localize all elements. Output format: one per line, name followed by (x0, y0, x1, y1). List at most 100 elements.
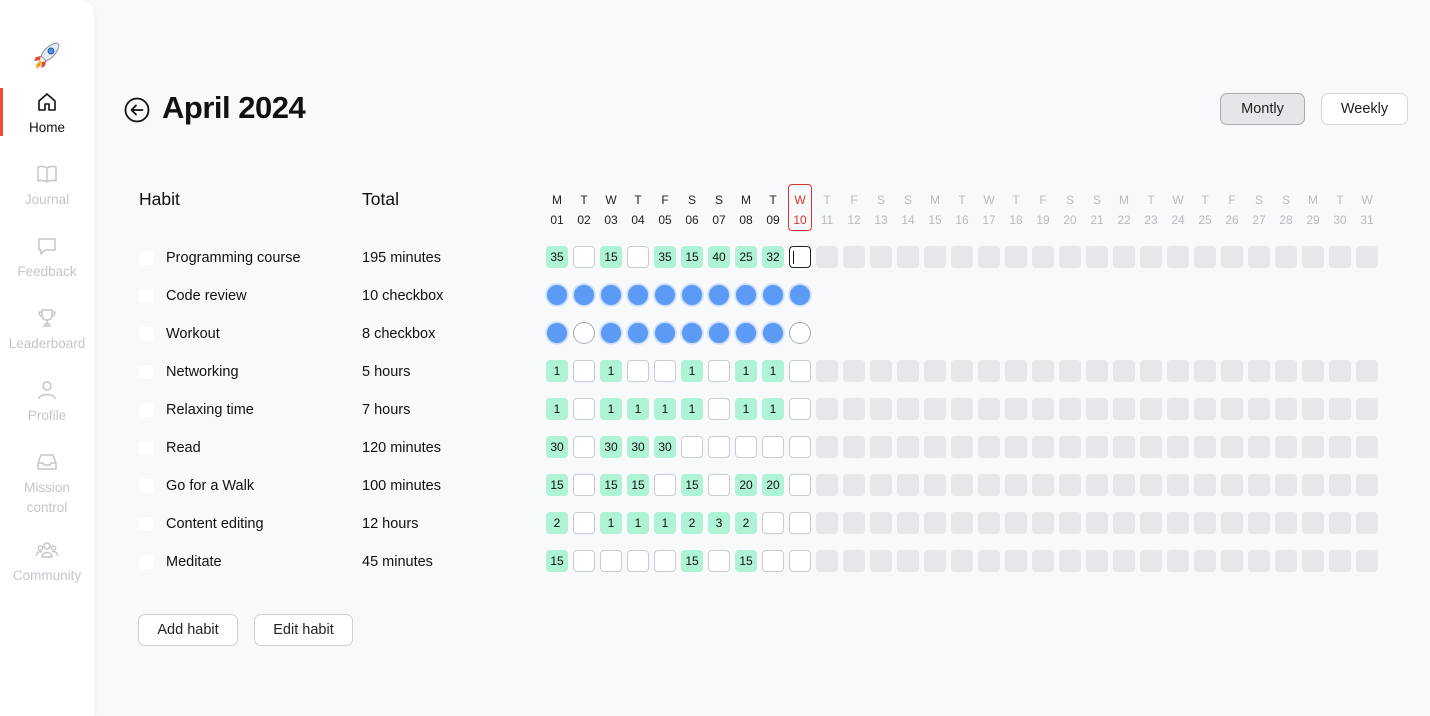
day-cell[interactable]: 2 (681, 512, 703, 534)
checked-dot[interactable] (654, 322, 676, 344)
day-cell[interactable] (708, 360, 730, 382)
checked-dot[interactable] (681, 322, 703, 344)
day-cell[interactable] (789, 550, 811, 572)
day-cell[interactable] (573, 436, 595, 458)
checked-dot[interactable] (546, 322, 568, 344)
checked-dot[interactable] (762, 322, 784, 344)
unchecked-dot[interactable] (789, 322, 811, 344)
day-cell[interactable] (789, 360, 811, 382)
row-handle[interactable] (139, 289, 153, 303)
row-handle[interactable] (139, 327, 153, 341)
day-cell[interactable]: 1 (546, 398, 568, 420)
checked-dot[interactable] (600, 284, 622, 306)
day-cell[interactable] (735, 436, 757, 458)
row-handle[interactable] (139, 555, 153, 569)
day-cell[interactable]: 15 (546, 474, 568, 496)
habit-name[interactable]: Networking (166, 364, 239, 380)
day-cell[interactable]: 1 (762, 398, 784, 420)
day-cell[interactable] (654, 474, 676, 496)
add-habit-button[interactable]: Add habit (138, 614, 238, 646)
day-cell[interactable] (573, 550, 595, 572)
day-cell[interactable] (627, 360, 649, 382)
day-cell[interactable] (708, 436, 730, 458)
checked-dot[interactable] (600, 322, 622, 344)
day-cell[interactable]: 35 (546, 246, 568, 268)
checked-dot[interactable] (708, 322, 730, 344)
day-cell[interactable]: 2 (546, 512, 568, 534)
day-cell[interactable]: 1 (681, 360, 703, 382)
day-cell[interactable]: 15 (681, 550, 703, 572)
checked-dot[interactable] (681, 284, 703, 306)
day-cell[interactable] (789, 398, 811, 420)
row-handle[interactable] (139, 441, 153, 455)
row-handle[interactable] (139, 517, 153, 531)
day-cell[interactable]: 1 (681, 398, 703, 420)
sidebar-item-home[interactable]: Home (0, 88, 94, 138)
day-cell[interactable]: 3 (708, 512, 730, 534)
day-cell[interactable]: 15 (735, 550, 757, 572)
habit-name[interactable]: Meditate (166, 554, 222, 570)
checked-dot[interactable] (627, 284, 649, 306)
day-cell[interactable]: 1 (627, 512, 649, 534)
day-cell[interactable]: 1 (600, 398, 622, 420)
day-cell[interactable] (762, 550, 784, 572)
day-cell[interactable] (789, 474, 811, 496)
day-cell[interactable]: 15 (600, 474, 622, 496)
day-cell[interactable] (573, 398, 595, 420)
habit-name[interactable]: Read (166, 440, 201, 456)
day-cell[interactable]: 1 (762, 360, 784, 382)
row-handle[interactable] (139, 403, 153, 417)
habit-name[interactable]: Go for a Walk (166, 478, 254, 494)
day-cell[interactable]: 30 (546, 436, 568, 458)
day-cell[interactable] (654, 550, 676, 572)
day-cell[interactable] (708, 474, 730, 496)
habit-name[interactable]: Programming course (166, 250, 301, 266)
habit-name[interactable]: Code review (166, 288, 247, 304)
day-cell[interactable]: 35 (654, 246, 676, 268)
day-cell[interactable]: 32 (762, 246, 784, 268)
day-cell[interactable]: 30 (654, 436, 676, 458)
checked-dot[interactable] (627, 322, 649, 344)
day-cell[interactable]: 25 (735, 246, 757, 268)
rocket-icon[interactable] (30, 38, 64, 72)
day-cell[interactable]: 1 (546, 360, 568, 382)
checked-dot[interactable] (573, 284, 595, 306)
monthly-view-button[interactable]: Montly (1220, 93, 1305, 125)
day-cell[interactable] (708, 398, 730, 420)
day-cell[interactable] (708, 550, 730, 572)
day-cell[interactable] (627, 550, 649, 572)
day-cell[interactable]: 15 (546, 550, 568, 572)
day-cell[interactable]: 1 (627, 398, 649, 420)
edit-habit-button[interactable]: Edit habit (254, 614, 353, 646)
checked-dot[interactable] (789, 284, 811, 306)
habit-name[interactable]: Workout (166, 326, 220, 342)
day-cell[interactable] (573, 512, 595, 534)
day-cell[interactable] (789, 436, 811, 458)
day-cell[interactable]: 15 (681, 474, 703, 496)
row-handle[interactable] (139, 365, 153, 379)
day-cell[interactable] (600, 550, 622, 572)
day-cell[interactable]: 40 (708, 246, 730, 268)
habit-name[interactable]: Relaxing time (166, 402, 254, 418)
day-cell[interactable] (573, 246, 595, 268)
day-cell[interactable] (762, 436, 784, 458)
day-cell[interactable] (573, 360, 595, 382)
day-cell[interactable]: 1 (735, 398, 757, 420)
day-cell[interactable] (762, 512, 784, 534)
day-cell[interactable]: 1 (654, 398, 676, 420)
day-cell-input[interactable] (789, 246, 811, 268)
unchecked-dot[interactable] (573, 322, 595, 344)
day-cell[interactable]: 15 (627, 474, 649, 496)
sidebar-item-journal[interactable]: Journal (0, 162, 94, 210)
checked-dot[interactable] (654, 284, 676, 306)
day-cell[interactable]: 2 (735, 512, 757, 534)
row-handle[interactable] (139, 251, 153, 265)
day-cell[interactable]: 15 (600, 246, 622, 268)
back-arrow-icon[interactable] (124, 97, 150, 123)
habit-name[interactable]: Content editing (166, 516, 264, 532)
checked-dot[interactable] (708, 284, 730, 306)
day-cell[interactable]: 20 (762, 474, 784, 496)
day-cell[interactable]: 20 (735, 474, 757, 496)
day-cell[interactable] (627, 246, 649, 268)
day-cell[interactable]: 30 (627, 436, 649, 458)
